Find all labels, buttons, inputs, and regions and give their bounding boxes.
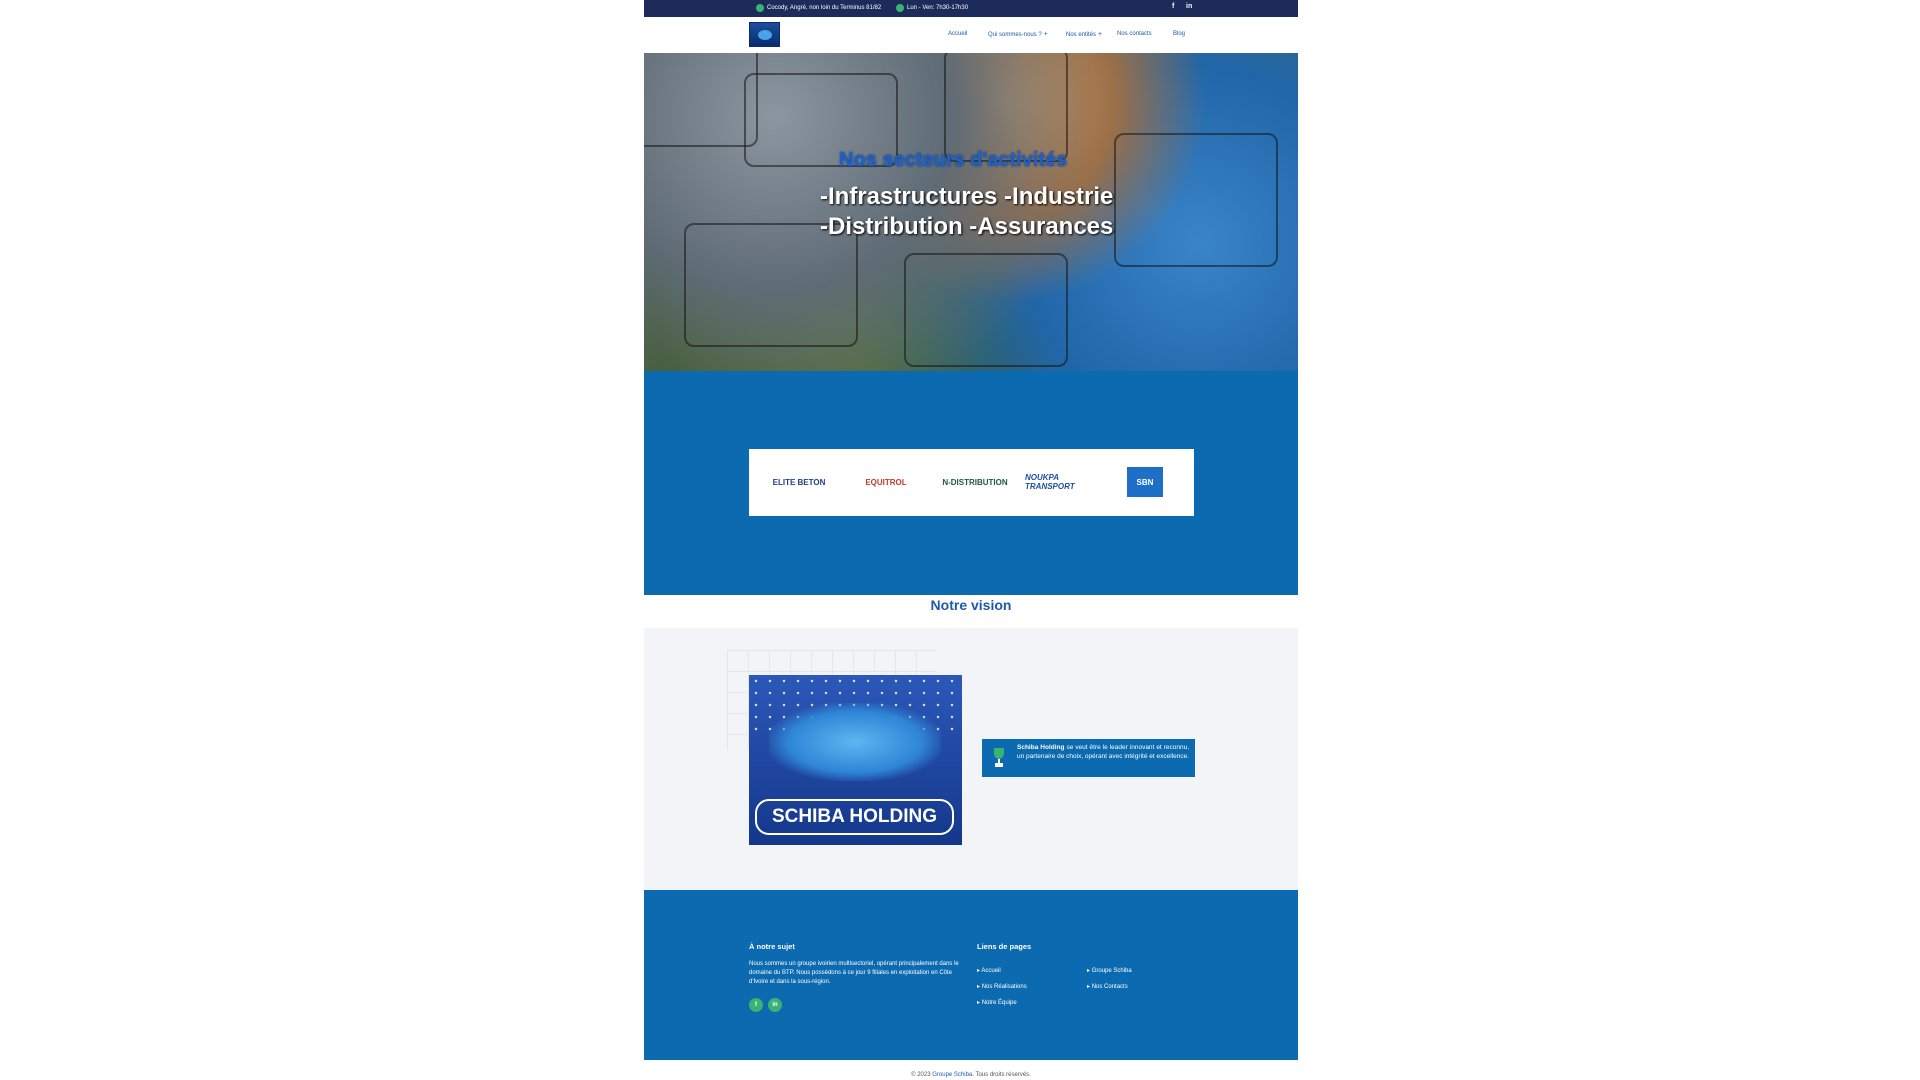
- link-label: Groupe Schiba: [1091, 968, 1132, 974]
- footer-link-groupe-schiba[interactable]: ▸ Groupe Schiba: [1087, 967, 1132, 974]
- puzzle-piece: [644, 53, 758, 147]
- links-heading: Liens de pages: [977, 942, 1032, 951]
- partner-name: N-DISTRIBUTION: [942, 477, 1008, 487]
- hours-text: Lun - Ven: 7h30-17h30: [907, 5, 969, 11]
- partner-name: SBN: [1136, 477, 1154, 487]
- hero-line-1: -Infrastructures -Industrie: [820, 183, 1114, 210]
- link-label: Nos Réalisations: [981, 984, 1027, 990]
- nav-accueil[interactable]: Accueil: [948, 31, 967, 37]
- partner-logo-n-distribution[interactable]: N-DISTRIBUTION: [935, 467, 1015, 497]
- vision-brand: Schiba Holding: [1017, 744, 1065, 751]
- link-label: Notre Équipe: [981, 1000, 1017, 1006]
- plus-icon: +: [1043, 31, 1048, 38]
- footer-link-realisations[interactable]: ▸ Nos Réalisations: [977, 983, 1027, 990]
- footer-link-equipe[interactable]: ▸ Notre Équipe: [977, 999, 1017, 1006]
- vision-statement: Schiba Holding se veut être le leader in…: [982, 739, 1195, 777]
- copyright: © 2023 Groupe Schiba. Tous droits réserv…: [644, 1072, 1298, 1078]
- partner-logo-sbn[interactable]: SBN: [1127, 467, 1163, 497]
- nav-nos-contacts[interactable]: Nos contacts: [1117, 31, 1152, 37]
- partner-name: EQUITROL: [865, 477, 907, 487]
- puzzle-piece: [904, 253, 1068, 367]
- footer-link-contacts[interactable]: ▸ Nos Contacts: [1087, 983, 1128, 990]
- partner-name: NOUKPA TRANSPORT: [1025, 473, 1075, 491]
- copyright-year: © 2023: [911, 1072, 931, 1078]
- vision-section: SCHIBA HOLDING Schiba Holding se veut êt…: [644, 628, 1298, 890]
- puzzle-piece: [944, 53, 1068, 162]
- website: Cocody, Angré, non loin du Terminus 81/8…: [644, 0, 1298, 1080]
- nav-label: Accueil: [948, 31, 968, 37]
- footer-link-accueil[interactable]: ▸ Accueil: [977, 967, 1001, 974]
- nav-label: Blog: [1173, 31, 1186, 37]
- about-heading: À notre sujet: [749, 942, 795, 951]
- about-text: Nous sommes un groupe ivoirien multisect…: [749, 961, 959, 985]
- top-bar: Cocody, Angré, non loin du Terminus 81/8…: [644, 0, 1298, 17]
- plus-icon: +: [1098, 31, 1103, 38]
- partner-name: ELITE BETON: [772, 477, 826, 487]
- footer-linkedin-icon[interactable]: in: [768, 998, 782, 1012]
- address-text: Cocody, Angré, non loin du Terminus 81/8…: [767, 5, 882, 11]
- nav-label: Qui sommes-nous ?: [988, 31, 1042, 38]
- vision-heading: Notre vision: [930, 597, 1012, 613]
- footer-facebook-icon[interactable]: f: [749, 998, 763, 1012]
- trophy-icon: [994, 748, 1004, 767]
- partners-logos: ELITE BETON EQUITROL N-DISTRIBUTION NOUK…: [749, 449, 1194, 516]
- partner-logo-noukpa[interactable]: NOUKPA TRANSPORT: [1025, 467, 1093, 497]
- location-pin-icon: [756, 4, 764, 12]
- partner-logo-equitrol[interactable]: EQUITROL: [847, 467, 925, 497]
- link-label: Nos Contacts: [1091, 984, 1128, 990]
- partner-logo-elite-beton[interactable]: ELITE BETON: [759, 467, 839, 497]
- nav-nos-entites[interactable]: Nos entités +: [1066, 31, 1102, 38]
- nav-blog[interactable]: Blog: [1173, 31, 1185, 37]
- partners-section: ELITE BETON EQUITROL N-DISTRIBUTION NOUK…: [644, 371, 1298, 595]
- linkedin-icon[interactable]: in: [1186, 3, 1192, 10]
- nav-label: Nos contacts: [1117, 31, 1152, 37]
- copyright-text: . Tous droits réservés.: [972, 1072, 1031, 1078]
- hero-line-2: -Distribution -Assurances: [820, 213, 1114, 240]
- clock-icon: [896, 4, 904, 12]
- link-label: Accueil: [981, 968, 1001, 974]
- footer: À notre sujet Nous sommes un groupe ivoi…: [644, 890, 1298, 1060]
- globe-icon: [757, 29, 772, 40]
- hours-info: Lun - Ven: 7h30-17h30: [896, 4, 968, 12]
- nav-qui-sommes-nous[interactable]: Qui sommes-nous ? +: [988, 31, 1048, 38]
- world-map: [769, 703, 941, 781]
- address-info: Cocody, Angré, non loin du Terminus 81/8…: [756, 4, 881, 12]
- hero-title: Nos secteurs d'activités: [839, 149, 1068, 171]
- facebook-icon[interactable]: f: [1172, 3, 1174, 10]
- hero-banner: Nos secteurs d'activités -Infrastructure…: [644, 53, 1298, 371]
- puzzle-piece: [1114, 133, 1278, 267]
- site-logo[interactable]: [749, 22, 780, 47]
- nav-label: Nos entités: [1066, 31, 1097, 38]
- copyright-brand[interactable]: Groupe Schiba: [932, 1072, 972, 1078]
- image-caption: SCHIBA HOLDING: [755, 799, 954, 835]
- header: Accueil Qui sommes-nous ? + Nos entités + …: [644, 17, 1298, 53]
- schiba-holding-image: SCHIBA HOLDING: [749, 675, 962, 845]
- puzzle-piece: [684, 223, 858, 347]
